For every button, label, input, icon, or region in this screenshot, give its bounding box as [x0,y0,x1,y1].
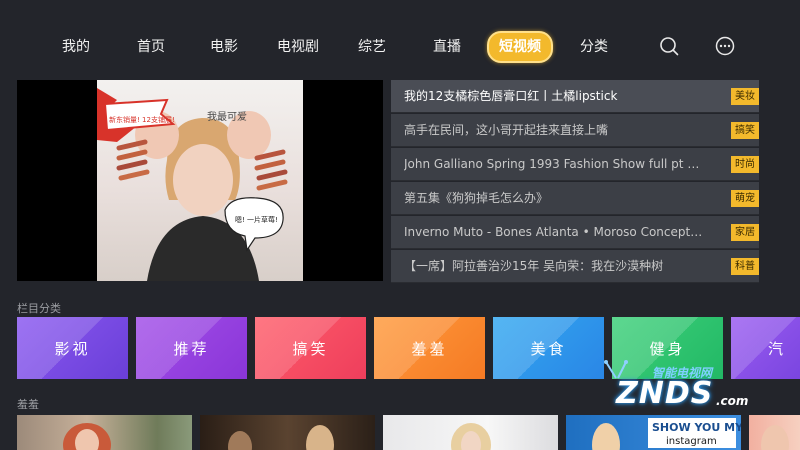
more-icon[interactable] [715,36,735,56]
nav-item-variety[interactable]: 综艺 [358,33,386,61]
category-tile-recommend[interactable]: 推荐 [136,317,247,379]
nav-item-live[interactable]: 直播 [433,33,461,61]
thumbnail-image [761,425,789,450]
thumbnail-image [228,425,334,450]
playlist-item[interactable]: 第五集《狗狗掉毛怎么办》 萌宠 [391,182,759,215]
watermark-suffix: .com [716,394,749,408]
playlist-item-tag: 时尚 [731,156,759,173]
playlist-item[interactable]: John Galliano Spring 1993 Fashion Show f… [391,148,759,181]
nav-item-movies[interactable]: 电影 [210,33,238,61]
playlist-item-title: 我的12支橘棕色唇膏口红丨土橘lipstick [404,89,618,103]
top-navigation: 我的 首页 电影 电视剧 综艺 直播 短视频 分类 [0,0,800,78]
nav-item-home[interactable]: 首页 [137,33,165,61]
category-tile-food[interactable]: 美食 [493,317,604,379]
nav-item-categories[interactable]: 分类 [580,33,608,61]
thumbnail-image [63,423,111,450]
category-tile-film[interactable]: 影视 [17,317,128,379]
video-thumbnail[interactable] [749,415,800,450]
playlist-item-tag: 萌宠 [731,190,759,207]
category-label: 搞笑 [292,339,329,358]
category-tile-shy[interactable]: 羞羞 [374,317,485,379]
category-label: 美食 [530,339,567,358]
category-tile-funny[interactable]: 搞笑 [255,317,366,379]
nav-item-tv-series[interactable]: 电视剧 [277,33,319,61]
video-caption: 新东销量! 12支铺展! [109,115,175,124]
playlist-item[interactable]: 我的12支橘棕色唇膏口红丨土橘lipstick 美妆 [391,80,759,113]
playlist-item-tag: 美妆 [731,88,759,105]
video-thumbnail[interactable]: SHOW YOU MY instagram [566,415,741,450]
svg-text:instagram: instagram [666,436,717,447]
playlist-item-title: 第五集《狗狗掉毛怎么办》 [404,191,549,205]
playlist-item[interactable]: 高手在民间，这小哥开起挂来直接上嘴 搞笑 [391,114,759,147]
categories-section-label: 栏目分类 [17,302,61,315]
playlist-item-title: John Galliano Spring 1993 Fashion Show f… [404,157,704,171]
playlist-item-title: 【一席】阿拉善治沙15年 吴向荣：我在沙漠种树 [404,259,664,273]
video-overlay-top: 我最可爱 [207,110,247,123]
category-label: 影视 [54,339,91,358]
category-label: 汽 [767,339,786,358]
video-thumbnail[interactable] [383,415,558,450]
speech-bubble-text: 嗯! 一片草莓! [235,215,278,224]
thumbnail-image: SHOW YOU MY instagram [592,418,741,450]
playlist: 我的12支橘棕色唇膏口红丨土橘lipstick 美妆 高手在民间，这小哥开起挂来… [391,80,759,283]
video-thumbnail-illustration: 新东销量! 12支铺展! 我最可爱 嗯! 一片草莓! [97,88,288,281]
video-frame: 新东销量! 12支铺展! 我最可爱 嗯! 一片草莓! [97,80,303,281]
video-thumbnail[interactable] [200,415,375,450]
search-icon[interactable] [659,36,679,56]
playlist-item-tag: 科普 [731,258,759,275]
category-label: 健身 [649,339,686,358]
playlist-item-tag: 搞笑 [731,122,759,139]
playlist-item[interactable]: Inverno Muto - Bones Atlanta • Moroso Co… [391,216,759,249]
watermark: 智能电视网 ZNDS .com [598,352,798,412]
svg-text:SHOW YOU MY: SHOW YOU MY [652,421,741,434]
nav-item-mine[interactable]: 我的 [62,33,90,61]
playlist-item[interactable]: 【一席】阿拉善治沙15年 吴向荣：我在沙漠种树 科普 [391,250,759,283]
shy-section-label: 羞羞 [17,398,39,411]
category-label: 推荐 [173,339,210,358]
nav-item-short-video[interactable]: 短视频 [487,31,553,63]
playlist-item-title: 高手在民间，这小哥开起挂来直接上嘴 [404,123,609,137]
category-label: 羞羞 [411,339,448,358]
thumbnail-image [451,423,491,450]
playlist-item-title: Inverno Muto - Bones Atlanta • Moroso Co… [404,225,704,239]
video-thumbnail[interactable] [17,415,192,450]
watermark-main-text: ZNDS [616,376,714,411]
playlist-item-tag: 家居 [731,224,759,241]
